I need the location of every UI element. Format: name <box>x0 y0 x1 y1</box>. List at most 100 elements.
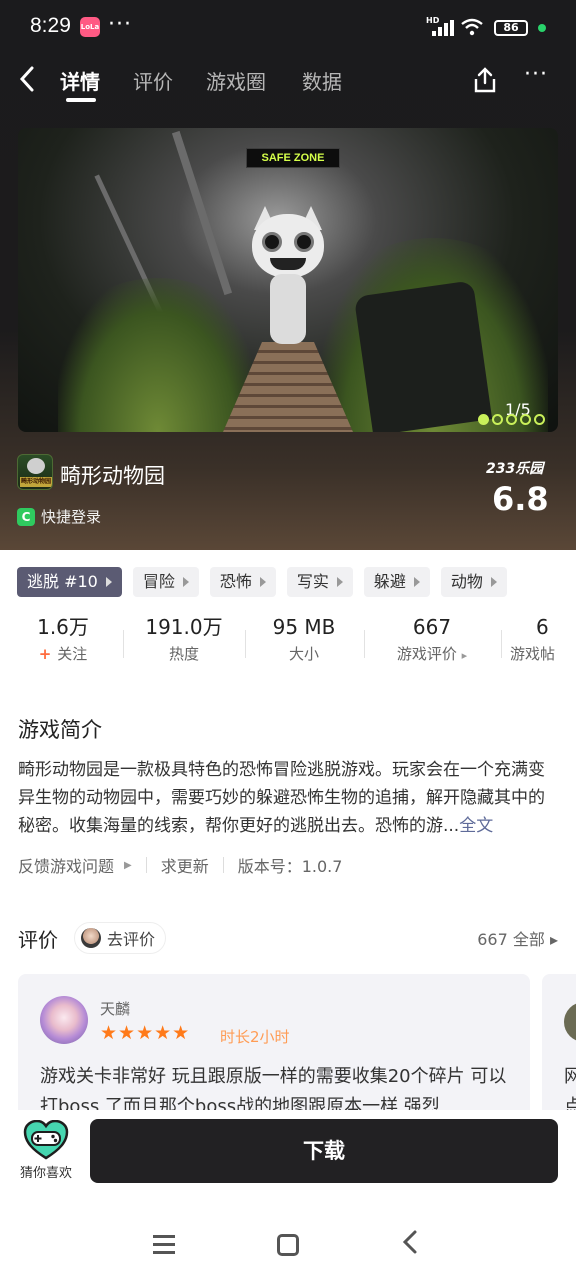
stat-follow[interactable]: 1.6万 + 关注 <box>3 610 123 664</box>
creature-body <box>270 274 306 344</box>
status-bar: 8:29 LoLa ··· HD 86 <box>0 0 576 56</box>
chevron-right-icon <box>105 577 112 587</box>
safe-zone-sign: SAFE ZONE <box>246 148 340 168</box>
download-button[interactable]: 下载 <box>90 1119 558 1183</box>
tab-data[interactable]: 数据 <box>302 66 342 95</box>
guess-you-like-label: 猜你喜欢 <box>19 1166 72 1181</box>
play-duration: 时长2小时 <box>220 1028 290 1046</box>
chevron-right-icon: ▶ <box>124 859 132 871</box>
chevron-right-icon: ▸ <box>461 649 468 662</box>
game-app-icon: 畸形动物园 <box>17 454 53 490</box>
back-icon[interactable] <box>18 64 36 100</box>
divider <box>222 857 224 873</box>
active-tab-indicator <box>66 98 96 102</box>
write-review-button[interactable]: 去评价 <box>74 922 167 954</box>
recent-apps-icon[interactable] <box>153 1235 175 1259</box>
divider <box>501 630 502 658</box>
home-icon[interactable] <box>277 1234 299 1256</box>
avatar[interactable] <box>40 996 88 1044</box>
structure-pole <box>171 130 233 296</box>
chevron-right-icon <box>259 577 266 587</box>
review-card[interactable]: 天麟 ★★★★★ 时长2小时 游戏关卡非常好 玩且跟原版一样的需要收集20个碎片… <box>18 974 530 1124</box>
battery-icon: 86 <box>494 20 528 36</box>
all-reviews-link[interactable]: 667 全部 ▸ <box>477 926 558 950</box>
chevron-right-icon <box>490 577 497 587</box>
reviews-header: 评价 去评价 667 全部 ▸ <box>18 922 558 954</box>
tab-game-circle[interactable]: 游戏圈 <box>206 66 266 95</box>
more-notifications-icon: ··· <box>108 12 132 37</box>
stat-value: 667 <box>412 615 452 639</box>
tab-details[interactable]: 详情 <box>60 66 100 95</box>
game-score: 6.8 <box>492 480 549 518</box>
system-back-icon[interactable] <box>402 1228 418 1263</box>
stat-posts[interactable]: 6 游戏帖 <box>510 610 576 664</box>
write-review-label: 去评价 <box>107 930 156 949</box>
read-more-link[interactable]: 全文 <box>459 816 493 836</box>
grass-left <box>58 278 258 432</box>
screenshot-carousel[interactable]: SAFE ZONE 1/5 <box>18 128 558 432</box>
stats-row: 1.6万 + 关注 191.0万 热度 95 MB 大小 667 游戏评价 ▸ 6… <box>0 610 576 670</box>
divider <box>364 630 365 658</box>
chevron-right-icon <box>336 577 343 587</box>
system-nav-bar <box>0 1194 576 1280</box>
request-update-link[interactable]: 求更新 <box>161 853 209 877</box>
chevron-right-icon <box>182 577 189 587</box>
tag-realistic[interactable]: 写实 <box>286 567 353 597</box>
plus-icon: + <box>38 645 52 663</box>
quick-login[interactable]: C 快捷登录 <box>17 506 101 527</box>
creature-eye <box>262 232 282 252</box>
avatar <box>81 928 101 948</box>
feedback-link[interactable]: 反馈游戏问题 <box>18 853 114 877</box>
bottom-action-bar: 猜你喜欢 下载 <box>0 1110 576 1194</box>
app-notification-icon: LoLa <box>80 17 100 37</box>
stat-value: 191.0万 <box>145 615 223 639</box>
creature-eye <box>294 232 314 252</box>
stat-label: 关注 <box>57 645 88 663</box>
stat-value: 6 <box>536 615 549 639</box>
stat-label: 热度 <box>168 645 199 663</box>
tag-escape-rank[interactable]: 逃脱 #10 <box>17 567 122 597</box>
quick-login-icon: C <box>17 507 35 526</box>
guess-you-like-button[interactable]: 猜你喜欢 <box>14 1119 78 1181</box>
player-weapon <box>353 280 493 432</box>
stat-size: 95 MB 大小 <box>244 610 364 664</box>
tag-label: 冒险 <box>142 572 175 591</box>
hud-lightbulbs-icon <box>478 410 548 429</box>
more-icon[interactable]: ··· <box>524 62 548 87</box>
gamepad-heart-icon <box>23 1119 69 1160</box>
stat-heat: 191.0万 热度 <box>124 610 244 664</box>
tag-dodge[interactable]: 躲避 <box>363 567 430 597</box>
game-title: 畸形动物园 <box>60 464 165 488</box>
tag-label: 写实 <box>296 572 329 591</box>
divider <box>145 857 147 873</box>
signal-icon <box>432 20 454 36</box>
reviewer-name: 天麟 <box>100 1000 131 1018</box>
avatar <box>564 1002 576 1042</box>
intro-text: 畸形动物园是一款极具特色的恐怖冒险逃脱游戏。玩家会在一个充满变异生物的动物园中，… <box>18 756 558 840</box>
tag-label: 逃脱 #10 <box>27 572 98 591</box>
tag-label: 恐怖 <box>219 572 252 591</box>
version-label: 版本号：1.0.7 <box>237 857 343 876</box>
game-icon-label: 畸形动物园 <box>20 477 52 487</box>
meta-row: 反馈游戏问题 ▶ 求更新 版本号：1.0.7 <box>18 853 342 877</box>
tag-animal[interactable]: 动物 <box>440 567 507 597</box>
intro-title: 游戏简介 <box>18 718 102 742</box>
quick-login-label: 快捷登录 <box>41 508 102 526</box>
tab-reviews[interactable]: 评价 <box>133 66 173 95</box>
review-card[interactable]: 网 点 <box>542 974 576 1124</box>
stat-label: 大小 <box>288 645 319 663</box>
status-time: 8:29 <box>30 14 71 37</box>
score-brand: 233乐园 <box>486 461 544 477</box>
tag-list: 逃脱 #10 冒险 恐怖 写实 躲避 动物 <box>17 567 518 597</box>
star-rating-icon: ★★★★★ <box>100 1022 191 1044</box>
tag-adventure[interactable]: 冒险 <box>132 567 199 597</box>
stat-label: 游戏帖 <box>510 645 556 663</box>
tag-label: 躲避 <box>373 572 406 591</box>
stat-reviews[interactable]: 667 游戏评价 ▸ <box>372 610 492 666</box>
stat-value: 1.6万 <box>37 615 89 639</box>
stat-label: 游戏评价 <box>396 645 457 663</box>
wifi-icon <box>460 18 484 41</box>
top-nav: 详情 评价 游戏圈 数据 ··· <box>0 56 576 106</box>
tag-horror[interactable]: 恐怖 <box>209 567 276 597</box>
share-icon[interactable] <box>472 66 498 94</box>
